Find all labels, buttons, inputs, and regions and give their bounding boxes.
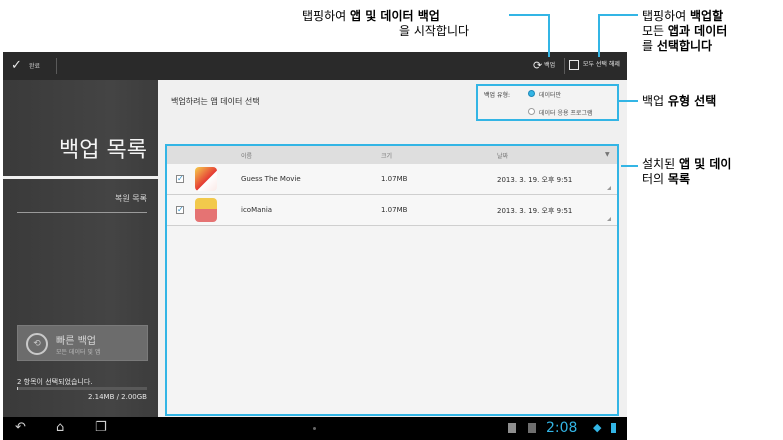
active-tab-indicator [3,176,158,179]
callout-text: 을 시작합니다 [399,24,470,38]
selected-count: 2 항목이 선택되었습니다. [17,378,93,386]
sidebar: 백업 목록 복원 목록 ⟲ 빠른 백업 모든 데이터 및 앱 2 항목이 선택되… [3,80,158,417]
backup-app-screen: ✓ 완료 ⟳ 백업 모두 선택 해제 백업 목록 복원 목록 ⟲ 빠른 백업 모… [3,52,627,440]
app-name: Guess The Movie [241,175,301,183]
table-header: 이름 크기 날짜 ▼ [167,146,617,164]
app-date: 2013. 3. 19. 오후 9:51 [497,207,573,215]
callout-text: 탭핑하여 [642,9,690,23]
divider [56,58,57,74]
divider [17,212,147,213]
callout-installed-list: 설치된 앱 및 데이 터의 목록 [642,157,731,187]
main-content: 백업하려는 앱 데이터 선택 백업 유형: 데이터만 데이터 응용 프로그램 이… [158,80,627,417]
radio-data-and-apps[interactable] [528,108,535,115]
storage-progress-bar [17,387,147,390]
backup-type-label: 백업 유형: [484,92,511,99]
recent-apps-icon[interactable]: ❐ [95,420,107,435]
row-corner-indicator [607,186,611,190]
app-size: 1.07MB [381,175,408,183]
screenshot-icon[interactable] [528,423,536,433]
table-row[interactable]: ✓ icoMania 1.07MB 2013. 3. 19. 오후 9:51 [167,195,617,226]
callout-text-bold: 앱 및 데이 [678,157,732,171]
backup-button-label: 백업 [544,62,556,69]
option-data-only[interactable]: 데이터만 [539,90,561,99]
select-all-label: 모두 선택 해제 [582,61,620,68]
quick-backup-subtitle: 모든 데이터 및 앱 [56,349,101,356]
quick-backup-icon: ⟲ [26,333,48,355]
action-bar: ✓ 완료 ⟳ 백업 모두 선택 해제 [3,52,627,80]
callout-text: 터의 [642,172,668,186]
backup-list-tab[interactable]: 백업 목록 [3,132,147,164]
callout-line [598,14,638,16]
callout-text: 백업 [642,94,668,108]
select-all-button[interactable]: 모두 선택 해제 [569,59,620,70]
callout-text-bold: 목록 [667,172,690,186]
callout-text-bold: 앱과 데이터 [667,24,728,38]
callout-line [621,165,638,167]
column-name[interactable]: 이름 [241,151,252,160]
content-title: 백업하려는 앱 데이터 선택 [171,97,260,106]
restore-list-tab[interactable]: 복원 목록 [3,193,147,204]
divider [564,58,565,74]
quick-backup-title: 빠른 백업 [56,336,96,347]
done-button[interactable]: 완료 [29,61,40,70]
callout-line [509,14,550,16]
sort-down-icon[interactable]: ▼ [605,151,610,158]
home-icon[interactable]: ⌂ [56,420,64,435]
icomania-icon [195,198,217,222]
status-clock: 2:08 [546,420,578,436]
callout-text-bold: 선택합니다 [656,39,713,53]
callout-text-bold: 앱 및 데이터 백업 [349,9,440,23]
row-checkbox[interactable]: ✓ [176,175,184,183]
callout-backup-type: 백업 유형 선택 [642,94,716,109]
backup-icon: ⟳ [533,59,543,72]
app-size: 1.07MB [381,206,408,214]
callout-select-all: 탭핑하여 백업할 모든 앱과 데이터 를 선택합니다 [642,9,727,54]
callout-text: 모든 [642,24,668,38]
select-all-icon [569,59,579,70]
callout-backup-start: 탭핑하여 앱 및 데이터 백업 을 시작합니다 [302,9,469,39]
app-list: 이름 크기 날짜 ▼ ✓ Guess The Movie 1.07MB 2013… [165,144,619,416]
storage-progress-fill [17,387,19,390]
row-corner-indicator [607,217,611,221]
notification-icon[interactable] [508,423,516,433]
option-data-and-apps[interactable]: 데이터 응용 프로그램 [539,108,593,117]
callout-text: 탭핑하여 [302,9,350,23]
storage-size-info: 2.14MB / 2.00GB [87,393,147,401]
callout-text-bold: 백업할 [689,9,724,23]
wifi-icon: ◆ [593,421,602,434]
callout-line [548,14,550,57]
callout-text: 를 [642,39,657,53]
callout-text: 설치된 [642,157,679,171]
callout-line [598,14,600,57]
system-navigation-bar: ↶ ⌂ ❐ 2:08 ◆ [3,417,627,440]
column-date[interactable]: 날짜 [497,151,508,160]
back-icon[interactable]: ↶ [15,420,26,435]
backup-button[interactable]: ⟳ 백업 [533,59,555,72]
table-row[interactable]: ✓ Guess The Movie 1.07MB 2013. 3. 19. 오후… [167,164,617,195]
callout-text-bold: 유형 선택 [667,94,717,108]
radio-data-only[interactable] [528,90,535,97]
checkmark-icon[interactable]: ✓ [11,58,22,73]
app-date: 2013. 3. 19. 오후 9:51 [497,176,573,184]
callout-line [618,100,638,102]
battery-icon [611,423,616,433]
page-indicator [313,427,316,430]
row-checkbox[interactable]: ✓ [176,206,184,214]
column-size[interactable]: 크기 [381,151,392,160]
guess-the-movie-icon [195,167,217,191]
backup-type-selector: 백업 유형: 데이터만 데이터 응용 프로그램 [476,84,619,121]
app-name: icoMania [241,206,273,214]
quick-backup-button[interactable]: ⟲ 빠른 백업 모든 데이터 및 앱 [17,325,148,361]
